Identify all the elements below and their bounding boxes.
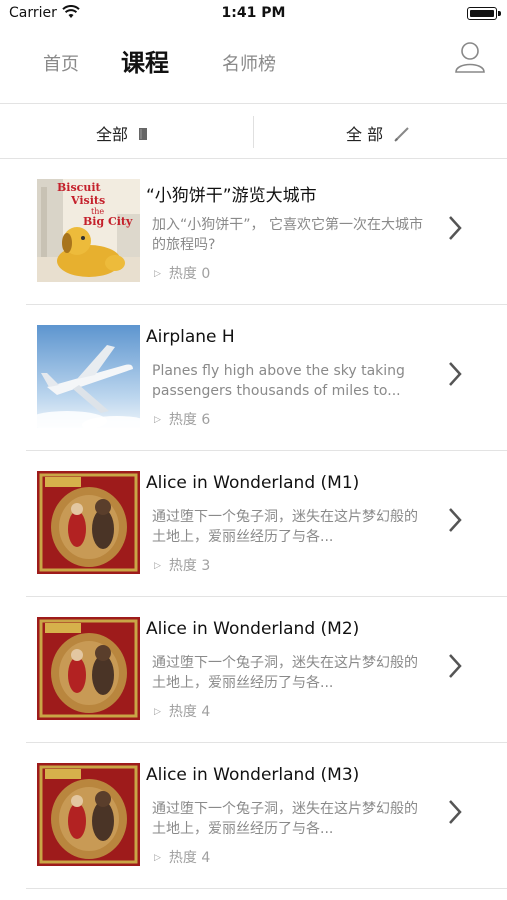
course-row[interactable]: Alice in Wonderland (M2) 通过堕下一个兔子洞，迷失在这片…	[26, 597, 507, 743]
course-title: Alice in Wonderland (M2)	[146, 619, 360, 639]
course-title: Airplane H	[146, 327, 235, 347]
course-title: Alice in Wonderland (M3)	[146, 765, 360, 785]
cover-text: Visits	[70, 194, 105, 207]
filter-bar: 全部 全 部	[0, 104, 507, 159]
course-row[interactable]: Alice in Wonderland (M1) 通过堕下一个兔子洞，迷失在这片…	[26, 451, 507, 597]
category-filter-label: 全部	[96, 125, 129, 144]
course-description: Planes fly high above the sky taking pas…	[152, 363, 405, 399]
course-popularity: ▷ 热度 4	[154, 850, 211, 866]
filter-divider	[253, 116, 254, 148]
level-filter[interactable]: 全 部	[346, 121, 411, 146]
course-row[interactable]: Airplane H Planes fly high above the sky…	[26, 305, 507, 451]
chevron-right-icon	[449, 216, 462, 240]
top-navigation: 首页 课程 名师榜	[0, 28, 507, 104]
course-popularity: ▷ 热度 4	[154, 704, 211, 720]
play-icon: ▷	[154, 853, 161, 863]
cover-text: Big City	[83, 215, 133, 228]
cover-text: Biscuit	[57, 181, 102, 194]
course-cover-image	[37, 471, 140, 574]
course-description: 通过堕下一个兔子洞，迷失在这片梦幻般的土地上，爱丽丝经历了与各...	[152, 801, 418, 837]
pencil-icon	[393, 126, 411, 146]
course-popularity: ▷ 热度 0	[154, 266, 211, 282]
category-filter[interactable]: 全部	[96, 121, 148, 145]
course-cover-image	[37, 325, 140, 428]
chevron-right-icon	[449, 362, 462, 386]
tab-top-teachers[interactable]: 名师榜	[222, 50, 276, 76]
status-bar: Carrier 1:41 PM	[0, 0, 507, 28]
play-icon: ▷	[154, 415, 161, 425]
course-title: Alice in Wonderland (M1)	[146, 473, 360, 493]
chevron-right-icon	[449, 800, 462, 824]
course-row[interactable]: Biscuit Visits the Big City “小狗饼干”游览大城市 …	[26, 159, 507, 305]
course-cover-image: Biscuit Visits the Big City	[37, 179, 140, 282]
course-description: 通过堕下一个兔子洞，迷失在这片梦幻般的土地上，爱丽丝经历了与各...	[152, 509, 418, 545]
battery-icon	[467, 7, 497, 20]
course-description: 加入“小狗饼干”， 它喜欢它第一次在大城市的旅程吗?	[152, 217, 423, 253]
battery-tip	[498, 11, 501, 16]
course-popularity: ▷ 热度 3	[154, 558, 211, 574]
course-row[interactable]: Alice in Wonderland (M3) 通过堕下一个兔子洞，迷失在这片…	[26, 743, 507, 889]
course-popularity: ▷ 热度 6	[154, 412, 211, 428]
play-icon: ▷	[154, 269, 161, 279]
chevron-right-icon	[449, 654, 462, 678]
course-cover-image	[37, 763, 140, 866]
user-icon[interactable]	[453, 40, 487, 74]
chevron-right-icon	[449, 508, 462, 532]
course-cover-image	[37, 617, 140, 720]
play-icon: ▷	[154, 561, 161, 571]
course-title: “小狗饼干”游览大城市	[146, 186, 317, 206]
tab-home[interactable]: 首页	[43, 50, 79, 76]
course-description: 通过堕下一个兔子洞，迷失在这片梦幻般的土地上，爱丽丝经历了与各...	[152, 655, 418, 691]
play-icon: ▷	[154, 707, 161, 717]
book-icon	[138, 126, 148, 145]
tab-courses[interactable]: 课程	[121, 43, 169, 78]
clock: 1:41 PM	[221, 5, 286, 21]
level-filter-label: 全 部	[346, 125, 384, 144]
